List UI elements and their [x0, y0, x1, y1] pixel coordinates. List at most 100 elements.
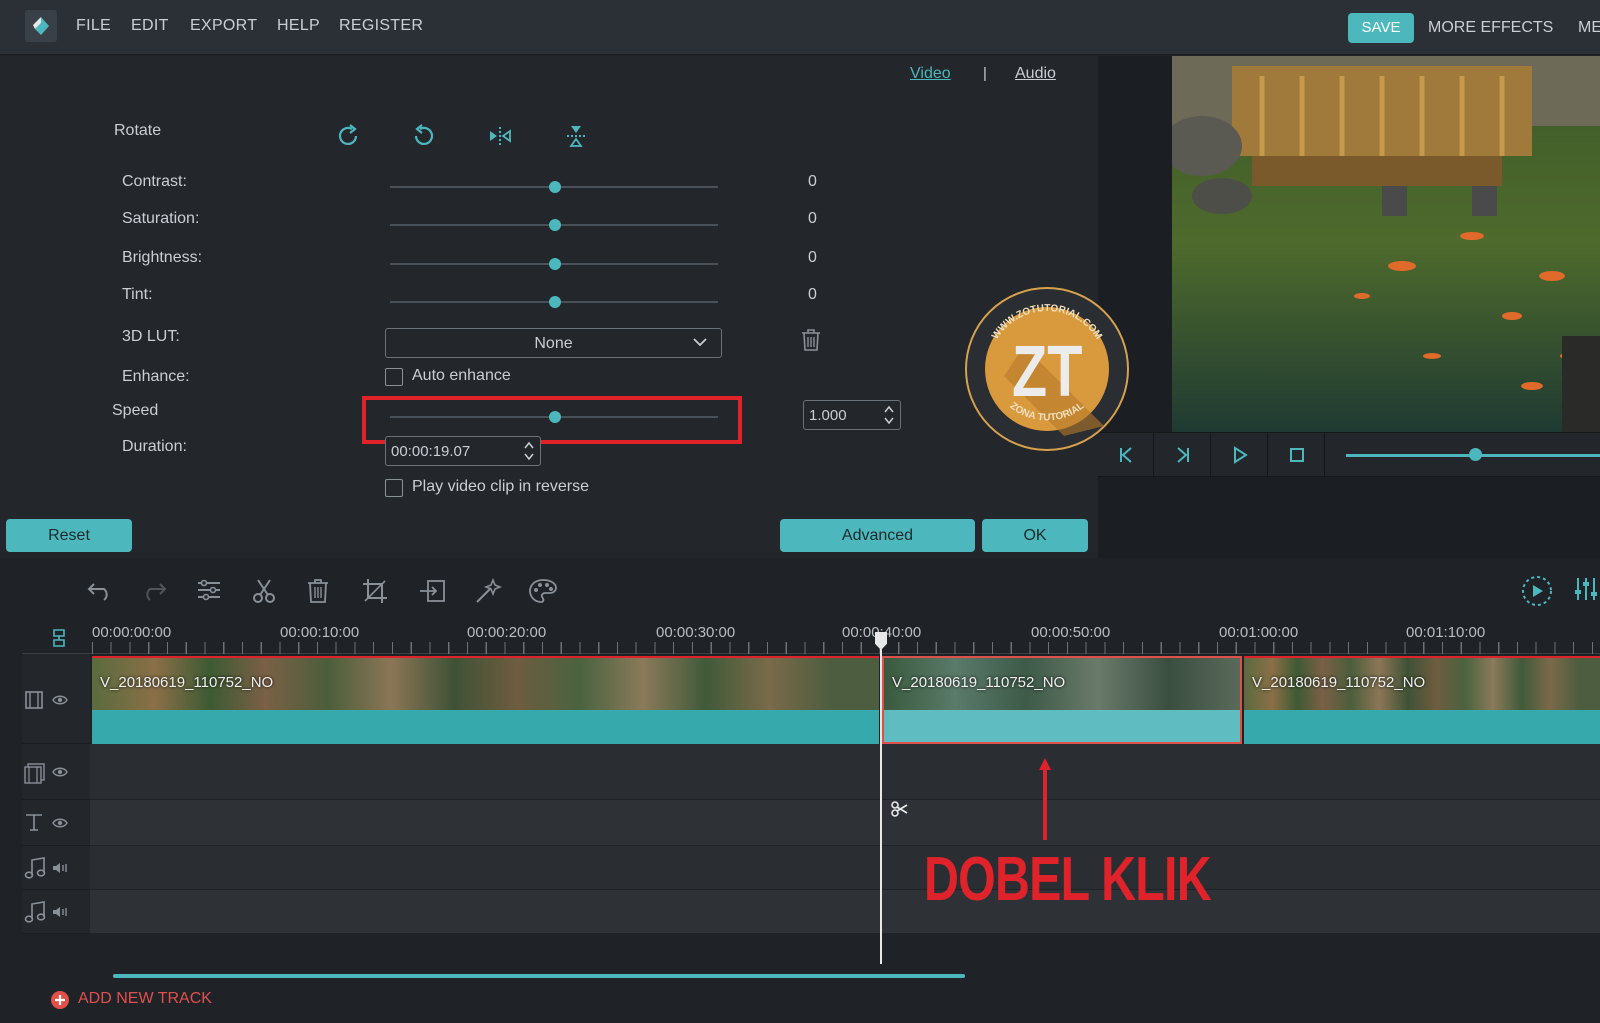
magic-wand-icon[interactable]: [474, 578, 502, 604]
render-preview-icon[interactable]: [1520, 574, 1554, 608]
save-button[interactable]: SAVE: [1348, 13, 1414, 43]
flip-vertical-icon[interactable]: [562, 122, 592, 152]
stop-icon: [1290, 448, 1304, 462]
annotation-arrow-icon: [1039, 758, 1051, 840]
ruler-label: 00:01:00:00: [1219, 624, 1299, 641]
app-logo-icon[interactable]: [25, 10, 57, 42]
adjust-icon[interactable]: [195, 578, 223, 602]
ok-button[interactable]: OK: [982, 519, 1088, 552]
lut-dropdown[interactable]: None: [385, 328, 722, 358]
stop-button[interactable]: [1269, 433, 1325, 478]
video-clip[interactable]: V_20180619_110752_NO: [1244, 656, 1600, 744]
text-icon: [26, 814, 42, 831]
redo-icon[interactable]: [140, 578, 168, 602]
overlay-track-header: [22, 744, 90, 800]
flip-horizontal-icon[interactable]: [486, 122, 516, 152]
ruler-label: 00:00:00:00: [92, 624, 172, 641]
playback-controls: [1098, 432, 1600, 478]
speed-label: Speed: [112, 402, 159, 419]
eye-icon[interactable]: [52, 694, 68, 706]
crop-icon[interactable]: [362, 578, 388, 604]
ruler-label: 00:01:10:00: [1406, 624, 1486, 641]
color-palette-icon[interactable]: [528, 578, 558, 604]
lut-trash-icon[interactable]: [800, 328, 822, 352]
auto-enhance-label: Auto enhance: [412, 367, 511, 384]
add-new-track-link[interactable]: ADD NEW TRACK: [78, 990, 212, 1008]
reverse-checkbox[interactable]: [385, 479, 403, 497]
timeline-scrollbar[interactable]: [113, 974, 965, 978]
tint-slider-knob[interactable]: [549, 296, 561, 308]
edit-panel: Video | Audio Rotate Contrast: 0 Saturat…: [0, 56, 1098, 558]
watermark-logo: ZT WWW.ZOTUTORIAL.COM ZONA TUTORIAL: [964, 286, 1130, 452]
rotate-clockwise-icon[interactable]: [334, 122, 364, 152]
advanced-button[interactable]: Advanced: [780, 519, 975, 552]
tab-audio[interactable]: Audio: [1015, 65, 1056, 83]
clip-audio-wave: [884, 710, 1240, 742]
reset-button[interactable]: Reset: [6, 519, 132, 552]
menu-file[interactable]: FILE: [76, 17, 111, 35]
menu-export[interactable]: EXPORT: [190, 17, 257, 35]
delete-icon[interactable]: [306, 578, 330, 604]
video-clip[interactable]: V_20180619_110752_NO: [92, 656, 879, 744]
timeline-ruler[interactable]: 00:00:00:00 00:00:10:00 00:00:20:00 00:0…: [22, 616, 1600, 654]
menu-bar: FILE EDIT EXPORT HELP REGISTER SAVE MORE…: [0, 0, 1600, 55]
preview-video-frame: [1172, 56, 1600, 432]
playhead-line[interactable]: [880, 632, 882, 964]
ruler-label: 00:00:30:00: [656, 624, 736, 641]
audio-mixer-icon[interactable]: [1574, 574, 1600, 604]
brightness-value: 0: [808, 249, 817, 266]
eye-icon[interactable]: [52, 817, 68, 829]
film-icon: [25, 691, 43, 709]
brightness-label: Brightness:: [122, 249, 203, 266]
reverse-label: Play video clip in reverse: [412, 478, 589, 495]
spinner-arrows-icon[interactable]: [883, 404, 895, 426]
ruler-label: 00:00:10:00: [280, 624, 360, 641]
menu-help[interactable]: HELP: [277, 17, 320, 35]
clip-name: V_20180619_110752_NO: [100, 674, 274, 691]
overlay-track[interactable]: [90, 744, 1600, 800]
rotate-label: Rotate: [114, 122, 162, 139]
saturation-slider-knob[interactable]: [549, 219, 561, 231]
lut-label: 3D LUT:: [122, 328, 180, 345]
duration-spinbox[interactable]: 00:00:19.07: [385, 436, 541, 466]
menu-register[interactable]: REGISTER: [339, 17, 423, 35]
add-circle-icon[interactable]: [50, 990, 70, 1010]
skip-forward-button[interactable]: [1155, 433, 1211, 478]
clip-audio-wave: [1244, 710, 1600, 744]
ruler-ticks: [92, 642, 1600, 654]
snap-icon[interactable]: [52, 628, 66, 648]
music-track-header: [22, 890, 90, 934]
music-note-icon: [24, 901, 46, 923]
undo-icon[interactable]: [86, 578, 114, 602]
music-track[interactable]: [90, 890, 1600, 934]
eye-icon[interactable]: [52, 766, 68, 778]
enhance-label: Enhance:: [122, 368, 190, 385]
saturation-value: 0: [808, 210, 817, 227]
scissors-icon[interactable]: [250, 578, 278, 604]
menu-me-truncated[interactable]: ME: [1578, 19, 1600, 37]
video-clip-selected[interactable]: V_20180619_110752_NO: [882, 656, 1242, 744]
brightness-slider-knob[interactable]: [549, 258, 561, 270]
music-track[interactable]: [90, 846, 1600, 890]
spinner-arrows-icon[interactable]: [523, 440, 535, 462]
insert-icon[interactable]: [418, 578, 446, 604]
speed-spinbox[interactable]: 1.000: [803, 400, 901, 430]
menu-edit[interactable]: EDIT: [131, 17, 169, 35]
play-button[interactable]: [1212, 433, 1268, 478]
watermark-monogram: ZT: [1012, 331, 1083, 412]
contrast-value: 0: [808, 173, 817, 190]
speaker-icon[interactable]: [52, 862, 70, 874]
ruler-label: 00:00:50:00: [1031, 624, 1111, 641]
tab-separator: |: [983, 65, 987, 82]
speaker-icon[interactable]: [52, 906, 70, 918]
tab-video[interactable]: Video: [910, 65, 951, 83]
play-icon: [1234, 446, 1248, 464]
auto-enhance-checkbox[interactable]: [385, 368, 403, 386]
rotate-counterclockwise-icon[interactable]: [410, 122, 440, 152]
preview-progress-knob[interactable]: [1469, 448, 1482, 461]
text-track[interactable]: [90, 800, 1600, 846]
chevron-down-icon: [693, 338, 707, 347]
ruler-label: 00:00:20:00: [467, 624, 547, 641]
contrast-slider-knob[interactable]: [549, 181, 561, 193]
more-effects-link[interactable]: MORE EFFECTS: [1428, 19, 1553, 37]
